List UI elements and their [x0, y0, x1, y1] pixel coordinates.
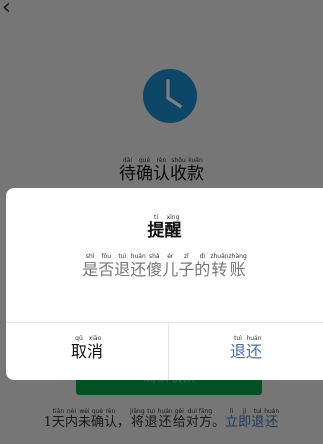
ruby-char: 取qǔ — [70, 335, 87, 361]
pinyin: tí — [147, 214, 165, 221]
dialog-title: 提tí醒xǐng — [6, 214, 323, 241]
hanzi: 是 — [82, 260, 99, 279]
pinyin: qǔ — [70, 335, 87, 342]
hanzi: 还 — [130, 260, 147, 279]
pinyin: zǐ — [178, 253, 195, 260]
pinyin: xǐng — [164, 214, 182, 221]
pinyin: fǒu — [98, 253, 115, 260]
ruby-char: 子zǐ — [178, 253, 195, 279]
ruby-char: 退tuì — [114, 253, 131, 279]
pinyin: xiāo — [87, 335, 104, 342]
pinyin: tuì — [114, 253, 131, 260]
ruby-char: 还huán — [130, 253, 147, 279]
hanzi: 提 — [147, 221, 165, 241]
pinyin: zhuǎn — [210, 253, 229, 260]
hanzi: 退 — [229, 342, 246, 361]
hanzi: 还 — [246, 342, 263, 361]
pinyin: shǎ — [146, 253, 163, 260]
pinyin: huán — [130, 253, 147, 260]
ruby-char: 儿ér — [162, 253, 179, 279]
ruby-char: 的dì — [194, 253, 211, 279]
hanzi: 取 — [70, 342, 87, 361]
pinyin: huán — [246, 335, 262, 342]
pinyin: tuì — [229, 335, 246, 342]
dialog-message: 是shì否fǒu退tuì还huán傻shǎ儿ér子zǐ的dì转zhuǎn账zhà… — [6, 253, 323, 280]
ruby-char: 提tí — [147, 214, 165, 241]
ruby-char: 转zhuǎn — [210, 253, 229, 279]
cancel-button[interactable]: 取qǔ消xiāo — [6, 323, 168, 380]
ruby-char: 退tuì — [229, 335, 246, 361]
ruby-char: 傻shǎ — [146, 253, 163, 279]
hanzi: 儿 — [162, 260, 179, 279]
ruby-char: 是shì — [82, 253, 99, 279]
hanzi: 账 — [228, 260, 247, 279]
ruby-char: 账zhàng — [228, 253, 247, 279]
hanzi: 醒 — [164, 221, 182, 241]
hanzi: 消 — [87, 342, 104, 361]
ruby-char: 醒xǐng — [164, 214, 182, 241]
ruby-char: 还huán — [246, 335, 263, 361]
pinyin: zhàng — [228, 253, 247, 260]
pinyin: ér — [162, 253, 179, 260]
pinyin: dì — [194, 253, 211, 260]
hanzi: 否 — [98, 260, 115, 279]
pinyin: shì — [82, 253, 99, 260]
hanzi: 的 — [194, 260, 211, 279]
hanzi: 退 — [114, 260, 131, 279]
return-button[interactable]: 退tuì还huán — [169, 323, 323, 380]
reminder-dialog: 提tí醒xǐng 是shì否fǒu退tuì还huán傻shǎ儿ér子zǐ的dì转… — [6, 188, 323, 380]
ruby-char: 消xiāo — [87, 335, 104, 361]
hanzi: 傻 — [146, 260, 163, 279]
hanzi: 子 — [178, 260, 195, 279]
ruby-char: 否fǒu — [98, 253, 115, 279]
hanzi: 转 — [210, 260, 229, 279]
